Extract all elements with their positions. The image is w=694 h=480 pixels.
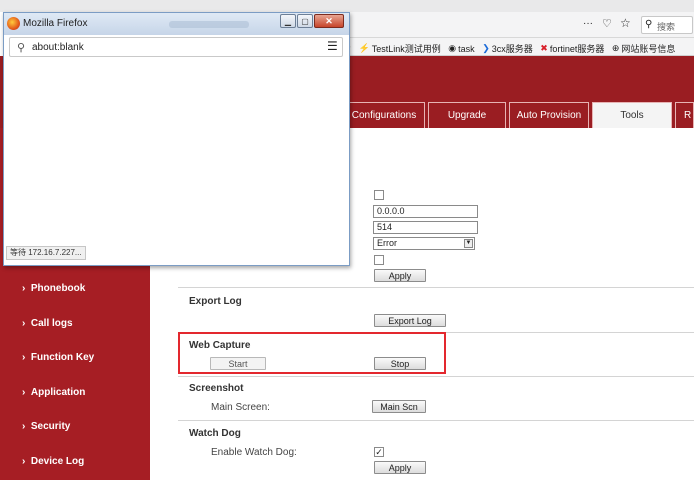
- popup-address-text: about:blank: [32, 42, 84, 53]
- maximize-button[interactable]: ▢: [297, 14, 313, 28]
- sidebar-item-label: Application: [30, 387, 86, 398]
- section-divider: [178, 287, 694, 288]
- chevron-right-icon: ❯: [482, 43, 490, 53]
- sidebar-item-phonebook[interactable]: › Phonebook: [22, 283, 85, 294]
- chevron-right-icon: ›: [22, 387, 31, 398]
- browser-tab-strip: [0, 0, 694, 12]
- bookmarks-bar: 台 ⚡TestLink测试用例 ◉task ❯3cx服务器 ✖fortinet服…: [330, 38, 694, 56]
- bookmark-label: TestLink测试用例: [371, 44, 441, 54]
- maximize-icon: ▢: [301, 16, 309, 26]
- minimize-button[interactable]: ▁: [280, 14, 296, 28]
- watch-dog-title: Watch Dog: [189, 428, 241, 439]
- section-divider: [178, 376, 694, 377]
- watch-dog-apply-button[interactable]: Apply: [374, 461, 426, 474]
- log-level-value: Error: [377, 238, 397, 248]
- export-log-button[interactable]: Export Log: [374, 314, 446, 327]
- chevron-down-icon: ▼: [464, 239, 473, 248]
- tab-configurations[interactable]: Configurations: [343, 102, 425, 128]
- server-port-input[interactable]: 514: [373, 221, 478, 234]
- firefox-icon: [7, 17, 20, 30]
- search-placeholder: 搜索: [657, 22, 676, 32]
- pocket-icon[interactable]: ♡: [602, 17, 612, 30]
- bookmark-item[interactable]: ⚡ TestLink测试用例: [359, 42, 441, 55]
- fortinet-icon: ✖: [540, 43, 548, 53]
- bookmark-label: 3cx服务器: [491, 44, 533, 54]
- watch-dog-checkbox[interactable]: ✓: [374, 447, 384, 457]
- screenshot-title: Screenshot: [189, 383, 244, 394]
- close-icon: ✕: [325, 15, 333, 26]
- sidebar-item-device-log[interactable]: › Device Log: [22, 456, 84, 467]
- bookmark-item[interactable]: ⊕ 网站账号信息: [612, 42, 676, 55]
- syslog-option-checkbox[interactable]: [374, 255, 384, 265]
- bookmark-item[interactable]: ❯ 3cx服务器: [482, 42, 533, 55]
- sidebar-item-label: Call logs: [30, 318, 73, 329]
- chevron-right-icon: ›: [22, 318, 31, 329]
- search-icon: ⚲: [645, 19, 653, 30]
- popup-title-bar[interactable]: Mozilla Firefox ▁ ▢ ✕: [4, 13, 349, 35]
- tab-auto-provision[interactable]: Auto Provision: [509, 102, 589, 128]
- syslog-enable-checkbox[interactable]: [374, 190, 384, 200]
- sidebar-item-security[interactable]: › Security: [22, 421, 70, 432]
- bookmark-item[interactable]: ✖ fortinet服务器: [540, 42, 604, 55]
- blurred-address-text: [169, 21, 249, 28]
- sidebar-item-call-logs[interactable]: › Call logs: [22, 318, 73, 329]
- server-address-input[interactable]: 0.0.0.0: [373, 205, 478, 218]
- tab-overflow[interactable]: R: [675, 102, 694, 128]
- tab-tools[interactable]: Tools: [592, 102, 672, 128]
- tab-upgrade[interactable]: Upgrade: [428, 102, 506, 128]
- sidebar-item-function-key[interactable]: › Function Key: [22, 352, 94, 363]
- close-button[interactable]: ✕: [314, 14, 344, 28]
- popup-window: Mozilla Firefox ▁ ▢ ✕ ⚲ about:blank ☰ 等待…: [3, 12, 350, 266]
- popup-status-text: 等待 172.16.7.227...: [6, 246, 86, 260]
- search-icon: ⚲: [17, 42, 26, 54]
- bookmark-item[interactable]: ◉ task: [448, 43, 474, 54]
- popup-title: Mozilla Firefox: [23, 18, 88, 29]
- lightning-icon: ⚡: [358, 43, 370, 53]
- chevron-right-icon: ›: [22, 352, 31, 363]
- url-bar: ··· ♡ ☆ ⚲ 搜索: [330, 12, 694, 38]
- sidebar-item-label: Security: [30, 421, 71, 432]
- section-divider: [178, 420, 694, 421]
- main-screen-button[interactable]: Main Scn: [372, 400, 426, 413]
- chevron-right-icon: ›: [22, 283, 31, 294]
- bookmark-label: fortinet服务器: [549, 44, 605, 54]
- github-icon: ◉: [448, 43, 457, 53]
- page-actions-icon[interactable]: ···: [583, 18, 593, 29]
- chevron-right-icon: ›: [22, 421, 31, 432]
- highlight-box: [178, 332, 446, 374]
- main-screen-label: Main Screen:: [211, 402, 270, 413]
- sidebar-item-label: Function Key: [30, 352, 95, 363]
- bookmark-label: 网站账号信息: [621, 44, 676, 54]
- bookmark-label: task: [458, 43, 475, 54]
- enable-watch-dog-label: Enable Watch Dog:: [211, 447, 297, 458]
- sidebar-item-label: Device Log: [30, 456, 85, 467]
- log-level-select[interactable]: Error ▼: [373, 237, 475, 250]
- bookmark-star-icon[interactable]: ☆: [620, 16, 631, 30]
- minimize-icon: ▁: [284, 16, 292, 26]
- search-box[interactable]: ⚲ 搜索: [641, 16, 693, 34]
- syslog-apply-button[interactable]: Apply: [374, 269, 426, 282]
- popup-address-bar[interactable]: ⚲ about:blank: [9, 37, 343, 57]
- chevron-right-icon: ›: [22, 456, 31, 467]
- hamburger-menu-icon[interactable]: ☰: [327, 39, 338, 53]
- sidebar-item-label: Phonebook: [30, 283, 86, 294]
- export-log-title: Export Log: [189, 296, 242, 307]
- globe-icon: ⊕: [611, 43, 620, 53]
- sidebar-item-application[interactable]: › Application: [22, 387, 85, 398]
